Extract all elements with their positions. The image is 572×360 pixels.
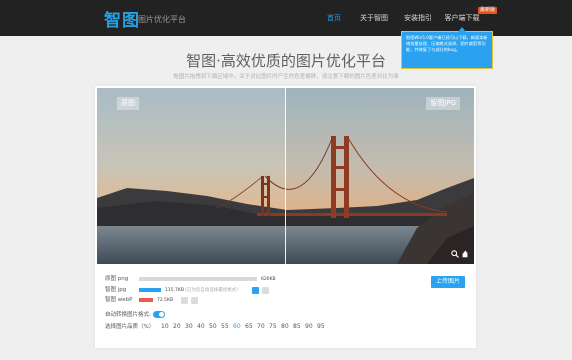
quality-option[interactable]: 50 (209, 323, 221, 331)
result-row-jpg: 智图 jpg 115.7KB (已为您自动选择最优格式) (105, 286, 345, 295)
result-row-original: 原图 png 626KB (105, 275, 325, 284)
copy-link-icon[interactable] (191, 297, 198, 304)
quality-option[interactable]: 40 (197, 323, 209, 331)
download-webp-icon[interactable] (181, 297, 188, 304)
result-label: 智图 webP (105, 297, 133, 303)
copy-link-icon[interactable] (262, 287, 269, 294)
quality-option[interactable]: 20 (173, 323, 185, 331)
quality-option[interactable]: 85 (293, 323, 305, 331)
quality-option[interactable]: 70 (257, 323, 269, 331)
quality-option[interactable]: 90 (305, 323, 317, 331)
zoom-icon[interactable] (451, 250, 459, 258)
original-image-label: 原图 (117, 97, 139, 110)
size-value: 115.7KB (165, 288, 184, 293)
image-compare-area[interactable]: 原图 智图JPG (97, 88, 474, 264)
quality-option[interactable]: 80 (281, 323, 293, 331)
size-value: 72.5KB (157, 298, 174, 303)
format-note: (已为您自动选择最优格式) (185, 288, 239, 293)
bridge-photo (97, 88, 474, 264)
page-subtitle: 拖图片拖拽到下面区域中，关于对比图片时产生的色差偏移，请注意下载的图片色差对比为… (173, 74, 399, 80)
size-bar-webp (139, 298, 153, 302)
upload-image-button[interactable]: 上传图片 (431, 276, 465, 288)
result-row-webp: 智图 webP 72.5KB (105, 296, 345, 305)
quality-option[interactable]: 75 (269, 323, 281, 331)
download-jpg-icon[interactable] (252, 287, 259, 294)
quality-option-selected[interactable]: 60 (233, 323, 245, 331)
quality-option[interactable]: 30 (185, 323, 197, 331)
compare-card: 原图 智图JPG 原图 png 626KB 智图 jpg 115.7KB (已为… (95, 86, 476, 348)
quality-option[interactable]: 55 (221, 323, 233, 331)
result-label: 智图 jpg (105, 287, 127, 293)
quality-option[interactable]: 10 (161, 323, 173, 331)
quality-options: 10 20 30 40 50 55 60 65 70 75 80 85 90 9… (161, 323, 329, 331)
auto-convert-label: 自动转换图片格式: (105, 312, 151, 318)
nav-about[interactable]: 关于智图 (354, 0, 394, 36)
auto-convert-toggle[interactable] (153, 311, 165, 318)
new-version-badge: 最新版 (478, 7, 498, 14)
drag-hand-icon[interactable] (461, 250, 469, 258)
size-bar-original (139, 277, 257, 281)
logo[interactable]: 智图 (104, 6, 140, 31)
optimized-image-label: 智图JPG (426, 97, 460, 110)
page-title: 智图·高效优质的图片优化平台 (186, 52, 386, 70)
quality-option[interactable]: 65 (245, 323, 257, 331)
quality-label: 选择图片品质（%） (105, 324, 155, 330)
quality-option[interactable]: 95 (317, 323, 329, 331)
size-value: 626KB (261, 277, 276, 282)
nav-home[interactable]: 首页 (318, 0, 350, 36)
logo-subtitle: 图片优化平台 (138, 15, 186, 24)
size-bar-jpg (139, 288, 161, 292)
result-label: 原图 png (105, 276, 129, 282)
